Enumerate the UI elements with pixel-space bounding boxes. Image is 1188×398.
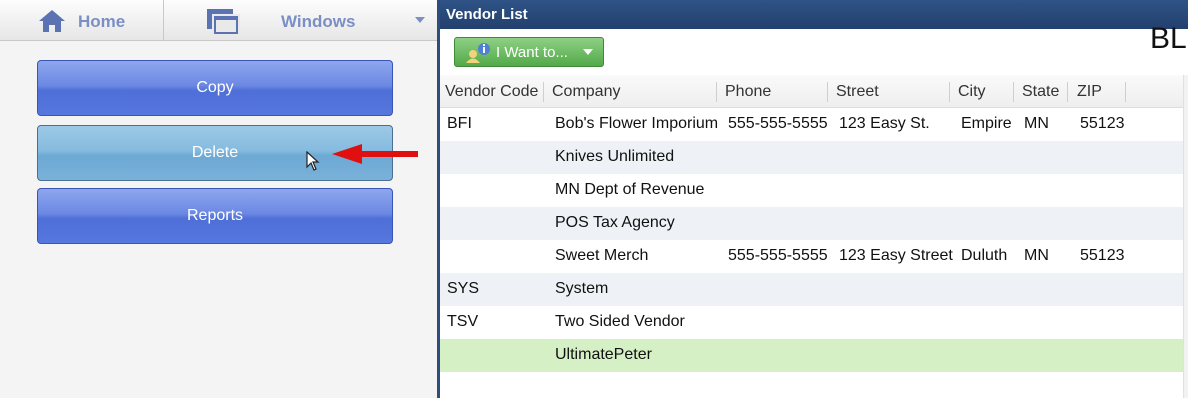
column-divider[interactable] xyxy=(543,82,544,102)
cell-street: 123 Easy Street xyxy=(839,247,953,264)
panel-title-bar: Vendor List xyxy=(440,0,1188,29)
annotation-arrow-icon xyxy=(330,143,420,170)
table-row[interactable]: SYS System xyxy=(440,273,1188,306)
cell-city: Duluth xyxy=(961,247,1008,264)
table-row[interactable]: Knives Unlimited xyxy=(440,141,1188,174)
cell-company: UltimatePeter xyxy=(555,346,652,363)
home-label: Home xyxy=(78,12,126,31)
cell-zip: 55123 xyxy=(1080,247,1125,264)
cell-company: Bob's Flower Imporium xyxy=(555,115,719,132)
cell-phone: 555-555-5555 xyxy=(728,247,828,264)
table-row[interactable]: POS Tax Agency xyxy=(440,207,1188,240)
chevron-down-icon xyxy=(415,17,425,23)
column-header-city[interactable]: City xyxy=(958,83,986,101)
selected-table-row[interactable]: UltimatePeter xyxy=(440,339,1188,372)
reports-button-label: Reports xyxy=(186,207,244,224)
clipped-edge-text: BL xyxy=(1150,22,1187,55)
left-panel: Home Windows Copy Delete Reports xyxy=(0,0,437,398)
cell-vendor-code: BFI xyxy=(447,115,472,132)
cell-vendor-code: SYS xyxy=(447,280,480,297)
windows-label: Windows xyxy=(281,12,356,31)
delete-button-label: Delete xyxy=(191,144,239,161)
column-divider[interactable] xyxy=(1125,82,1126,102)
cell-phone: 555-555-5555 xyxy=(728,115,828,132)
column-header-vendor-code[interactable]: Vendor Code xyxy=(445,83,538,101)
cell-company: MN Dept of Revenue xyxy=(555,181,705,198)
cell-company: System xyxy=(555,280,609,297)
cell-vendor-code: TSV xyxy=(447,313,479,330)
cell-company: Knives Unlimited xyxy=(555,148,675,165)
vertical-scrollbar[interactable] xyxy=(1183,75,1188,398)
user-info-icon xyxy=(464,42,492,68)
column-divider[interactable] xyxy=(949,82,950,102)
grid-header: Vendor Code Company Phone Street City St… xyxy=(440,75,1188,108)
column-divider[interactable] xyxy=(827,82,828,102)
column-divider[interactable] xyxy=(716,82,717,102)
table-row[interactable]: Sweet Merch 555-555-5555 123 Easy Street… xyxy=(440,240,1188,273)
column-header-street[interactable]: Street xyxy=(836,83,879,101)
column-divider[interactable] xyxy=(1013,82,1014,102)
top-nav: Home Windows xyxy=(0,0,437,41)
cell-zip: 55123 xyxy=(1080,115,1125,132)
mouse-cursor-icon xyxy=(306,150,320,176)
column-header-state[interactable]: State xyxy=(1022,83,1059,101)
cell-street: 123 Easy St. xyxy=(839,115,930,132)
reports-button[interactable]: Reports xyxy=(37,188,393,244)
column-header-company[interactable]: Company xyxy=(552,83,620,101)
i-want-to-label: I Want to... xyxy=(496,44,568,61)
cell-state: MN xyxy=(1024,115,1049,132)
chevron-down-icon xyxy=(583,49,593,55)
copy-button-label: Copy xyxy=(196,79,234,96)
table-row[interactable]: BFI Bob's Flower Imporium 555-555-5555 1… xyxy=(440,108,1188,141)
column-header-phone[interactable]: Phone xyxy=(725,83,771,101)
cell-company: POS Tax Agency xyxy=(555,214,675,231)
panel-title: Vendor List xyxy=(446,6,528,23)
windows-nav-button[interactable]: Windows xyxy=(165,0,437,41)
home-icon xyxy=(38,9,66,38)
home-nav-button[interactable]: Home xyxy=(0,0,164,41)
table-row[interactable]: MN Dept of Revenue xyxy=(440,174,1188,207)
vendor-list-panel: Vendor List I Want to... BL Vendor Code … xyxy=(440,0,1188,398)
cell-city: Empire xyxy=(961,115,1012,132)
column-header-zip[interactable]: ZIP xyxy=(1077,83,1102,101)
cell-company: Two Sided Vendor xyxy=(555,313,685,330)
cell-state: MN xyxy=(1024,247,1049,264)
column-divider[interactable] xyxy=(1067,82,1068,102)
windows-icon xyxy=(206,8,240,41)
copy-button[interactable]: Copy xyxy=(37,60,393,116)
cell-company: Sweet Merch xyxy=(555,247,649,264)
i-want-to-button[interactable]: I Want to... xyxy=(454,37,604,67)
table-row[interactable]: TSV Two Sided Vendor xyxy=(440,306,1188,339)
